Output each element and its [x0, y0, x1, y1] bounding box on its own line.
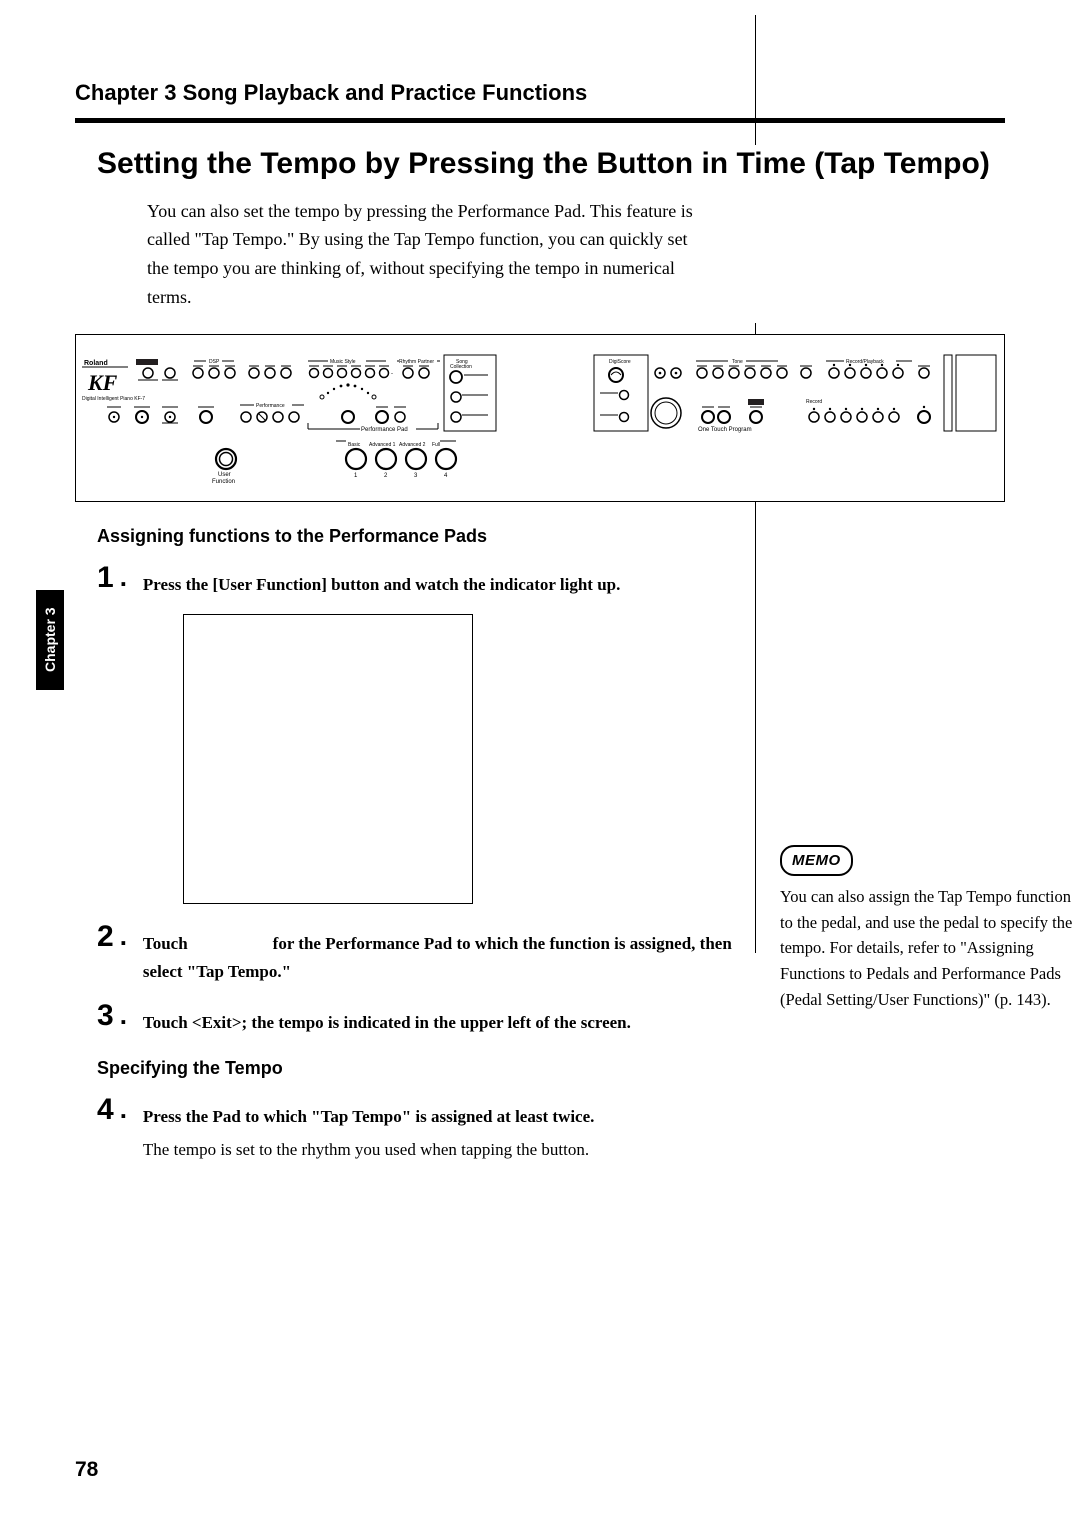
svg-text:DigiScore: DigiScore	[609, 359, 631, 365]
memo-body: You can also assign the Tap Tempo functi…	[780, 884, 1080, 1012]
svg-text:Advanced 1: Advanced 1	[369, 442, 396, 448]
svg-text:Collection: Collection	[450, 364, 472, 370]
svg-text:One Touch Program: One Touch Program	[698, 427, 752, 433]
step-fragment: for the Performance Pad to which the fun…	[143, 934, 732, 982]
step-text: Touch <Exit>; the tempo is indicated in …	[143, 1001, 631, 1038]
memo-box: MEMO You can also assign the Tap Tempo f…	[780, 845, 1080, 1012]
svg-text:-: -	[391, 371, 393, 377]
chapter-tab: Chapter 3	[36, 590, 64, 690]
instrument-panel-figure: .lbl{font:5px Arial;fill:#000} .lbl2{fon…	[75, 334, 1005, 502]
subheading-assigning: Assigning functions to the Performance P…	[97, 526, 1005, 547]
memo-label: MEMO	[780, 845, 853, 876]
step-text: Press the Pad to which "Tap Tempo" is as…	[143, 1095, 594, 1165]
step-3: 3 . Touch <Exit>; the tempo is indicated…	[97, 1001, 737, 1038]
brand-label: Roland	[84, 360, 108, 367]
divider-thick	[75, 118, 1005, 123]
svg-text:Music Style: Music Style	[330, 359, 356, 365]
step-1: 1 . Press the [User Function] button and…	[97, 563, 737, 600]
svg-text:KF: KF	[87, 370, 118, 395]
intro-paragraph: You can also set the tempo by pressing t…	[147, 197, 707, 312]
svg-text:1: 1	[354, 473, 358, 479]
svg-text:Performance Pad: Performance Pad	[361, 427, 408, 433]
svg-text:Performance: Performance	[256, 403, 285, 409]
svg-text:Advanced 2: Advanced 2	[399, 442, 426, 448]
step-number: 3	[97, 1001, 114, 1031]
step-dot: .	[120, 1001, 127, 1030]
svg-text:Basic: Basic	[348, 442, 361, 448]
column-divider	[755, 15, 756, 145]
step-dot: .	[120, 922, 127, 951]
svg-text:Digital Intelligent Piano KF-: Digital Intelligent Piano KF-7	[82, 396, 145, 402]
svg-text:User: User	[218, 472, 231, 478]
svg-text:DSP: DSP	[209, 359, 220, 365]
svg-text:Record: Record	[806, 399, 822, 405]
screen-illustration-placeholder	[183, 614, 473, 904]
chapter-header: Chapter 3 Song Playback and Practice Fun…	[75, 80, 1005, 106]
svg-text:4: 4	[444, 473, 448, 479]
step-number: 4	[97, 1095, 114, 1125]
svg-text:Rhythm Partner: Rhythm Partner	[399, 359, 434, 365]
step-number: 1	[97, 563, 114, 593]
step-text-bold: Press the Pad to which "Tap Tempo" is as…	[143, 1107, 594, 1126]
subheading-specifying: Specifying the Tempo	[97, 1058, 1005, 1079]
step-text: Press the [User Function] button and wat…	[143, 563, 620, 600]
step-dot: .	[120, 563, 127, 592]
svg-text:3: 3	[414, 473, 418, 479]
panel-svg: .lbl{font:5px Arial;fill:#000} .lbl2{fon…	[76, 335, 1004, 501]
svg-text:2: 2	[384, 473, 388, 479]
section-title: Setting the Tempo by Pressing the Button…	[97, 145, 1005, 183]
svg-text:Record/Playback: Record/Playback	[846, 359, 884, 365]
svg-text:Function: Function	[212, 479, 235, 485]
step-text: Touch for the Performance Pad to which t…	[143, 922, 737, 988]
step-fragment: Touch	[143, 934, 192, 953]
step-text-normal: The tempo is set to the rhythm you used …	[143, 1136, 594, 1165]
svg-text:Full: Full	[432, 442, 440, 448]
svg-text:Tone: Tone	[732, 359, 743, 365]
step-dot: .	[120, 1095, 127, 1124]
step-4: 4 . Press the Pad to which "Tap Tempo" i…	[97, 1095, 737, 1165]
step-number: 2	[97, 922, 114, 952]
step-2: 2 . Touch for the Performance Pad to whi…	[97, 922, 737, 988]
content-area: Setting the Tempo by Pressing the Button…	[75, 145, 1005, 1165]
page-number: 78	[75, 1458, 98, 1482]
